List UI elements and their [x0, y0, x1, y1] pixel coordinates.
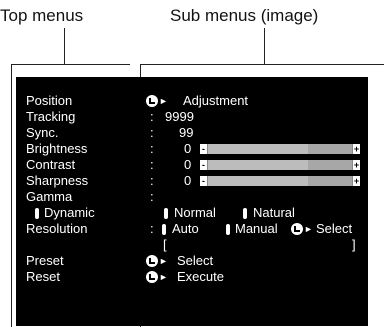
- top-menus-leader: [64, 28, 65, 64]
- resolution-option-auto[interactable]: Auto: [172, 221, 199, 237]
- sub-menus-leader: [264, 28, 265, 64]
- slider-track-right: [308, 160, 352, 170]
- enter-icon: [146, 255, 158, 267]
- radio-manual-icon[interactable]: [226, 224, 230, 235]
- contrast-value: 0: [184, 157, 192, 172]
- colon: :: [150, 189, 154, 204]
- slider-track: [208, 160, 308, 170]
- radio-auto-icon[interactable]: [162, 224, 166, 235]
- contrast-slider[interactable]: - +: [200, 160, 360, 170]
- gamma-options-row: Dynamic Normal Natural: [16, 205, 368, 221]
- minus-icon: -: [200, 176, 207, 186]
- sync-label: Sync.: [26, 125, 59, 140]
- bracket-close: ]: [352, 237, 356, 252]
- enter-icon: [146, 271, 158, 283]
- preset-action[interactable]: Select: [177, 253, 213, 269]
- preset-label: Preset: [26, 253, 64, 268]
- sharpness-slider[interactable]: - +: [200, 176, 360, 186]
- reset-action[interactable]: Execute: [177, 269, 224, 285]
- minus-icon: -: [200, 160, 207, 170]
- top-menus-caption: Top menus: [0, 6, 84, 25]
- colon: :: [150, 141, 154, 156]
- sub-menus-caption: Sub menus (image): [170, 6, 319, 25]
- arrow-right-icon: ►: [159, 272, 168, 282]
- colon: :: [150, 173, 154, 188]
- tracking-label: Tracking: [26, 109, 76, 124]
- slider-track-right: [308, 176, 352, 186]
- brightness-label: Brightness: [26, 141, 88, 156]
- plus-icon: +: [353, 160, 360, 170]
- reset-label: Reset: [26, 269, 60, 284]
- bracket-open: [: [163, 237, 167, 252]
- menu-row-gamma[interactable]: Gamma :: [16, 189, 368, 205]
- arrow-right-icon: ►: [159, 96, 168, 106]
- brightness-slider[interactable]: - +: [200, 144, 360, 154]
- slider-track: [208, 144, 308, 154]
- plus-icon: +: [353, 176, 360, 186]
- radio-dynamic-icon[interactable]: [35, 208, 39, 219]
- contrast-label: Contrast: [26, 157, 76, 172]
- colon: :: [150, 221, 154, 236]
- resolution-value-row: [ ]: [16, 237, 368, 253]
- enter-icon: [291, 223, 303, 235]
- menu-row-sharpness[interactable]: Sharpness : 0 - +: [16, 173, 368, 189]
- menu-row-brightness[interactable]: Brightness : 0 - +: [16, 141, 368, 157]
- colon: :: [150, 157, 154, 172]
- sharpness-label: Sharpness: [26, 173, 89, 188]
- sync-value: 99: [179, 125, 194, 140]
- brightness-value: 0: [184, 141, 192, 156]
- gamma-option-dynamic[interactable]: Dynamic: [44, 205, 95, 221]
- menu-row-position[interactable]: Position ► Adjustment: [16, 93, 368, 109]
- colon: :: [150, 125, 154, 140]
- radio-normal-icon[interactable]: [164, 208, 168, 219]
- gamma-option-natural[interactable]: Natural: [253, 205, 295, 221]
- colon: :: [150, 109, 154, 124]
- resolution-select[interactable]: Select: [316, 221, 352, 237]
- osd-menu-panel: Position ► Adjustment Tracking : 9999 Sy…: [16, 77, 368, 326]
- plus-icon: +: [353, 144, 360, 154]
- enter-icon: [146, 95, 158, 107]
- menu-row-sync[interactable]: Sync. : 99: [16, 125, 368, 141]
- resolution-label: Resolution: [26, 221, 88, 236]
- radio-natural-icon[interactable]: [243, 208, 247, 219]
- menu-row-preset[interactable]: Preset ► Select: [16, 253, 368, 269]
- menu-row-tracking[interactable]: Tracking : 9999: [16, 109, 368, 125]
- slider-track: [208, 176, 308, 186]
- gamma-label: Gamma: [26, 189, 73, 204]
- sharpness-value: 0: [184, 173, 192, 188]
- menu-row-contrast[interactable]: Contrast : 0 - +: [16, 157, 368, 173]
- tracking-value: 9999: [165, 109, 194, 124]
- resolution-option-manual[interactable]: Manual: [235, 221, 278, 237]
- minus-icon: -: [200, 144, 207, 154]
- slider-track-right: [308, 144, 352, 154]
- position-label: Position: [26, 93, 73, 108]
- gamma-option-normal[interactable]: Normal: [174, 205, 216, 221]
- arrow-right-icon: ►: [304, 224, 313, 234]
- arrow-right-icon: ►: [159, 256, 168, 266]
- position-value: Adjustment: [183, 93, 249, 108]
- menu-row-resolution[interactable]: Resolution : Auto Manual ► Select: [16, 221, 368, 237]
- menu-row-reset[interactable]: Reset ► Execute: [16, 269, 368, 285]
